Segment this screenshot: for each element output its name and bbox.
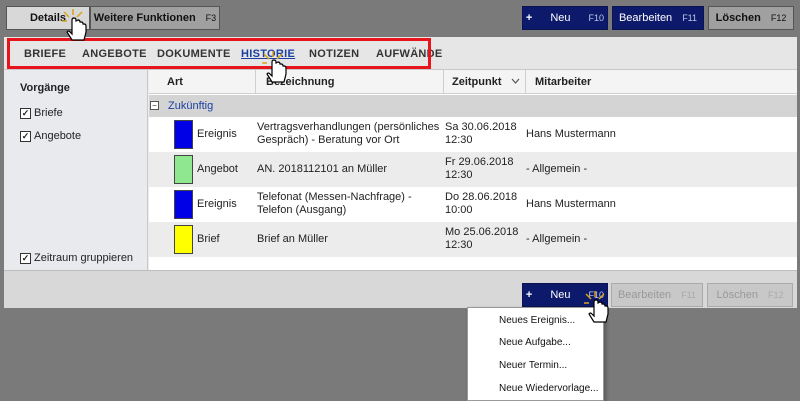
neu-label: Neu <box>550 12 571 24</box>
sort-chevron-icon[interactable] <box>511 78 520 84</box>
cell-mitarbeiter: Hans Mustermann <box>526 198 616 210</box>
cell-datum: Fr 29.06.2018 <box>445 156 514 168</box>
type-color-swatch <box>174 225 193 254</box>
table-row[interactable]: Brief Brief an Müller Mo 25.06.2018 12:3… <box>149 222 797 257</box>
history-table: Art Bezeichnung Zeitpunkt Mitarbeiter − … <box>149 70 797 270</box>
cell-datum: Do 28.06.2018 <box>445 191 518 203</box>
neu-shortcut: F10 <box>588 13 605 23</box>
top-toolbar: Details Weitere Funktionen F3 + Neu F10 … <box>0 0 800 34</box>
cell-mitarbeiter: - Allgemein - <box>526 233 588 245</box>
checkmark-icon: ✓ <box>20 107 31 119</box>
header-zeitpunkt[interactable]: Zeitpunkt <box>452 76 502 88</box>
cell-art: Brief <box>197 233 220 245</box>
cell-bezeichnung: Brief an Müller <box>257 233 328 245</box>
weitere-funktionen-button[interactable]: Weitere Funktionen F3 <box>90 6 220 30</box>
cell-zeitpunkt: Sa 30.06.2018 12:30 <box>445 121 517 147</box>
cell-datum: Sa 30.06.2018 <box>445 121 517 133</box>
bottom-toolbar: + Neu F10 Bearbeiten F11 Löschen F12 <box>4 270 797 308</box>
loeschen-button-top[interactable]: Löschen F12 <box>708 6 794 30</box>
table-row[interactable]: Ereignis Vertragsverhandlungen (persönli… <box>149 117 797 152</box>
header-divider <box>255 70 256 94</box>
checkbox-label: Briefe <box>34 107 63 119</box>
loeschen-button-bottom[interactable]: Löschen F12 <box>707 283 793 307</box>
cell-uhrzeit: 12:30 <box>445 134 473 146</box>
cell-art: Ereignis <box>197 128 237 140</box>
menu-item-neues-ereignis[interactable]: Neues Ereignis... <box>499 315 575 326</box>
cell-art: Ereignis <box>197 198 237 210</box>
cell-zeitpunkt: Mo 25.06.2018 12:30 <box>445 226 518 252</box>
cell-datum: Mo 25.06.2018 <box>445 226 519 238</box>
cell-uhrzeit: 10:00 <box>445 204 473 216</box>
loeschen-label: Löschen <box>716 289 759 301</box>
bearbeiten-button-top[interactable]: Bearbeiten F11 <box>612 6 704 30</box>
type-color-swatch <box>174 120 193 149</box>
cell-uhrzeit: 12:30 <box>445 169 473 181</box>
checkmark-icon: ✓ <box>20 130 31 142</box>
bearbeiten-label: Bearbeiten <box>618 12 673 24</box>
collapse-icon[interactable]: − <box>150 101 159 110</box>
neu-label: Neu <box>550 289 571 301</box>
cell-art: Angebot <box>197 163 238 175</box>
cell-bezeichnung: Telefonat (Messen-Nachfrage) - Telefon (… <box>257 191 412 216</box>
sidebar: Vorgänge ✓ Briefe ✓ Angebote ✓ Zeitraum … <box>4 70 148 270</box>
group-row-zukuenftig[interactable]: − Zukünftig <box>149 95 797 117</box>
hand-cursor-icon <box>62 9 87 41</box>
loeschen-label: Löschen <box>715 12 761 24</box>
table-header: Art Bezeichnung Zeitpunkt Mitarbeiter <box>149 70 797 94</box>
loeschen-shortcut: F12 <box>768 290 784 300</box>
details-label: Details <box>29 12 67 24</box>
cell-zeitpunkt: Fr 29.06.2018 12:30 <box>445 156 514 182</box>
table-row[interactable]: Angebot AN. 2018112101 an Müller Fr 29.0… <box>149 152 797 187</box>
bearbeiten-shortcut: F11 <box>681 290 697 300</box>
checkbox-label: Angebote <box>34 130 82 142</box>
type-color-swatch <box>174 190 193 219</box>
cell-bezeichnung: AN. 2018112101 an Müller <box>257 163 388 175</box>
menu-item-neue-wiedervorlage[interactable]: Neue Wiedervorlage... <box>499 383 599 394</box>
loeschen-shortcut: F12 <box>770 13 787 23</box>
weitere-shortcut: F3 <box>205 13 217 23</box>
table-row[interactable]: Ereignis Telefonat (Messen-Nachfrage) - … <box>149 187 797 222</box>
cell-uhrzeit: 12:30 <box>445 239 473 251</box>
cell-mitarbeiter: - Allgemein - <box>526 163 588 175</box>
sidebar-title: Vorgänge <box>20 82 70 94</box>
header-divider <box>525 70 526 94</box>
cell-zeitpunkt: Do 28.06.2018 10:00 <box>445 191 517 217</box>
hand-cursor-icon <box>262 51 287 83</box>
header-art[interactable]: Art <box>167 76 183 88</box>
plus-icon: + <box>525 289 533 301</box>
cell-bezeichnung: Vertragsverhandlungen (persönliches Gesp… <box>257 121 440 146</box>
bearbeiten-shortcut: F11 <box>682 13 698 23</box>
weitere-label: Weitere Funktionen <box>93 12 196 24</box>
hand-cursor-icon <box>584 291 609 323</box>
checkbox-angebote[interactable]: ✓ Angebote <box>20 130 81 142</box>
type-color-swatch <box>174 155 193 184</box>
checkbox-label: Zeitraum gruppieren <box>34 252 134 264</box>
checkbox-briefe[interactable]: ✓ Briefe <box>20 107 63 119</box>
group-label: Zukünftig <box>168 100 214 112</box>
cell-mitarbeiter: Hans Mustermann <box>526 128 616 140</box>
header-mitarbeiter[interactable]: Mitarbeiter <box>535 76 591 88</box>
header-divider <box>443 70 444 94</box>
neu-button-top[interactable]: + Neu F10 <box>522 6 608 30</box>
checkmark-icon: ✓ <box>20 252 31 264</box>
menu-item-neuer-termin[interactable]: Neuer Termin... <box>499 360 567 371</box>
menu-item-neue-aufgabe[interactable]: Neue Aufgabe... <box>499 337 571 348</box>
bearbeiten-button-bottom[interactable]: Bearbeiten F11 <box>611 283 703 307</box>
plus-icon: + <box>525 12 533 24</box>
checkbox-zeitraum-gruppieren[interactable]: ✓ Zeitraum gruppieren <box>20 252 133 264</box>
bearbeiten-label: Bearbeiten <box>617 289 672 301</box>
